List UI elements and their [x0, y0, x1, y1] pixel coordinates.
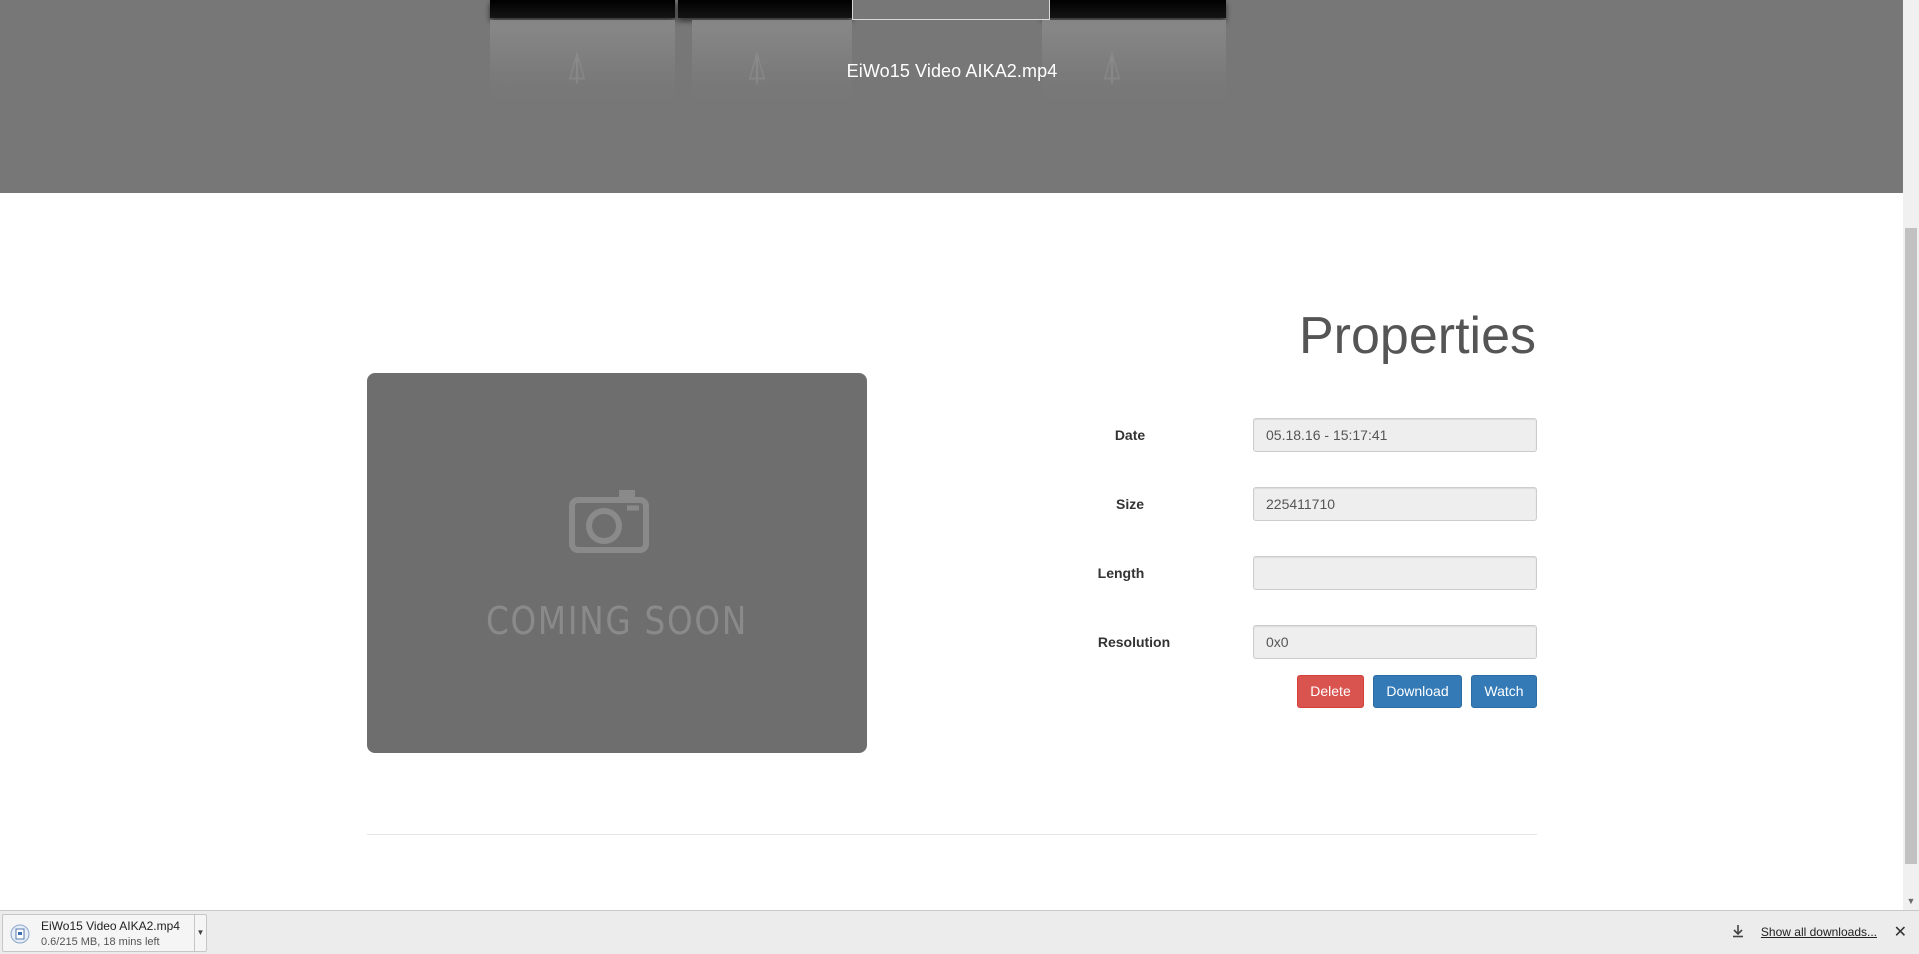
vertical-scrollbar[interactable]: ▼: [1903, 0, 1919, 910]
delete-button[interactable]: Delete: [1297, 675, 1364, 708]
page: ⍋ ⍋ ⍋ EiWo15 Video AIKA2.mp4 COMING SOON…: [0, 0, 1919, 954]
chevron-down-icon[interactable]: ▼: [195, 915, 206, 951]
video-thumbnail: COMING SOON: [367, 373, 867, 753]
show-all-downloads-link[interactable]: Show all downloads...: [1761, 925, 1877, 939]
download-status: 0.6/215 MB, 18 mins left: [41, 936, 160, 948]
download-bar: EiWo15 Video AIKA2.mp4 0.6/215 MB, 18 mi…: [0, 910, 1919, 954]
reflection-figure-icon: ⍋: [565, 44, 589, 88]
watch-button[interactable]: Watch: [1471, 675, 1537, 708]
download-button[interactable]: Download: [1373, 675, 1462, 708]
size-label: Size: [1115, 496, 1144, 512]
length-field[interactable]: [1253, 556, 1537, 590]
coming-soon-label: COMING SOON: [485, 599, 749, 643]
video-title: EiWo15 Video AIKA2.mp4: [846, 61, 1058, 81]
size-field[interactable]: 225411710: [1253, 487, 1537, 521]
date-label: Date: [1114, 427, 1146, 443]
close-icon[interactable]: ✕: [1894, 922, 1907, 942]
filmstrip-frame[interactable]: [678, 0, 852, 18]
hero-banner: ⍋ ⍋ ⍋ EiWo15 Video AIKA2.mp4: [0, 0, 1903, 193]
camera-icon: [569, 490, 649, 553]
resolution-field[interactable]: 0x0: [1253, 625, 1537, 659]
download-arrow-icon: [1733, 925, 1743, 938]
download-file-name: EiWo15 Video AIKA2.mp4: [41, 919, 180, 933]
file-icon: [10, 924, 30, 944]
filmstrip-selected-frame[interactable]: [852, 0, 1050, 20]
filmstrip-frame[interactable]: [1042, 0, 1226, 18]
length-label: Length: [1097, 565, 1145, 581]
download-item[interactable]: EiWo15 Video AIKA2.mp4 0.6/215 MB, 18 mi…: [2, 914, 207, 952]
scrollbar-thumb[interactable]: [1905, 228, 1917, 864]
scroll-down-arrow-icon[interactable]: ▼: [1903, 893, 1919, 909]
resolution-label: Resolution: [1097, 634, 1171, 650]
date-field[interactable]: 05.18.16 - 15:17:41: [1253, 418, 1537, 452]
filmstrip-frame[interactable]: [490, 0, 675, 18]
properties-heading: Properties: [1299, 307, 1536, 365]
divider: [367, 834, 1537, 835]
